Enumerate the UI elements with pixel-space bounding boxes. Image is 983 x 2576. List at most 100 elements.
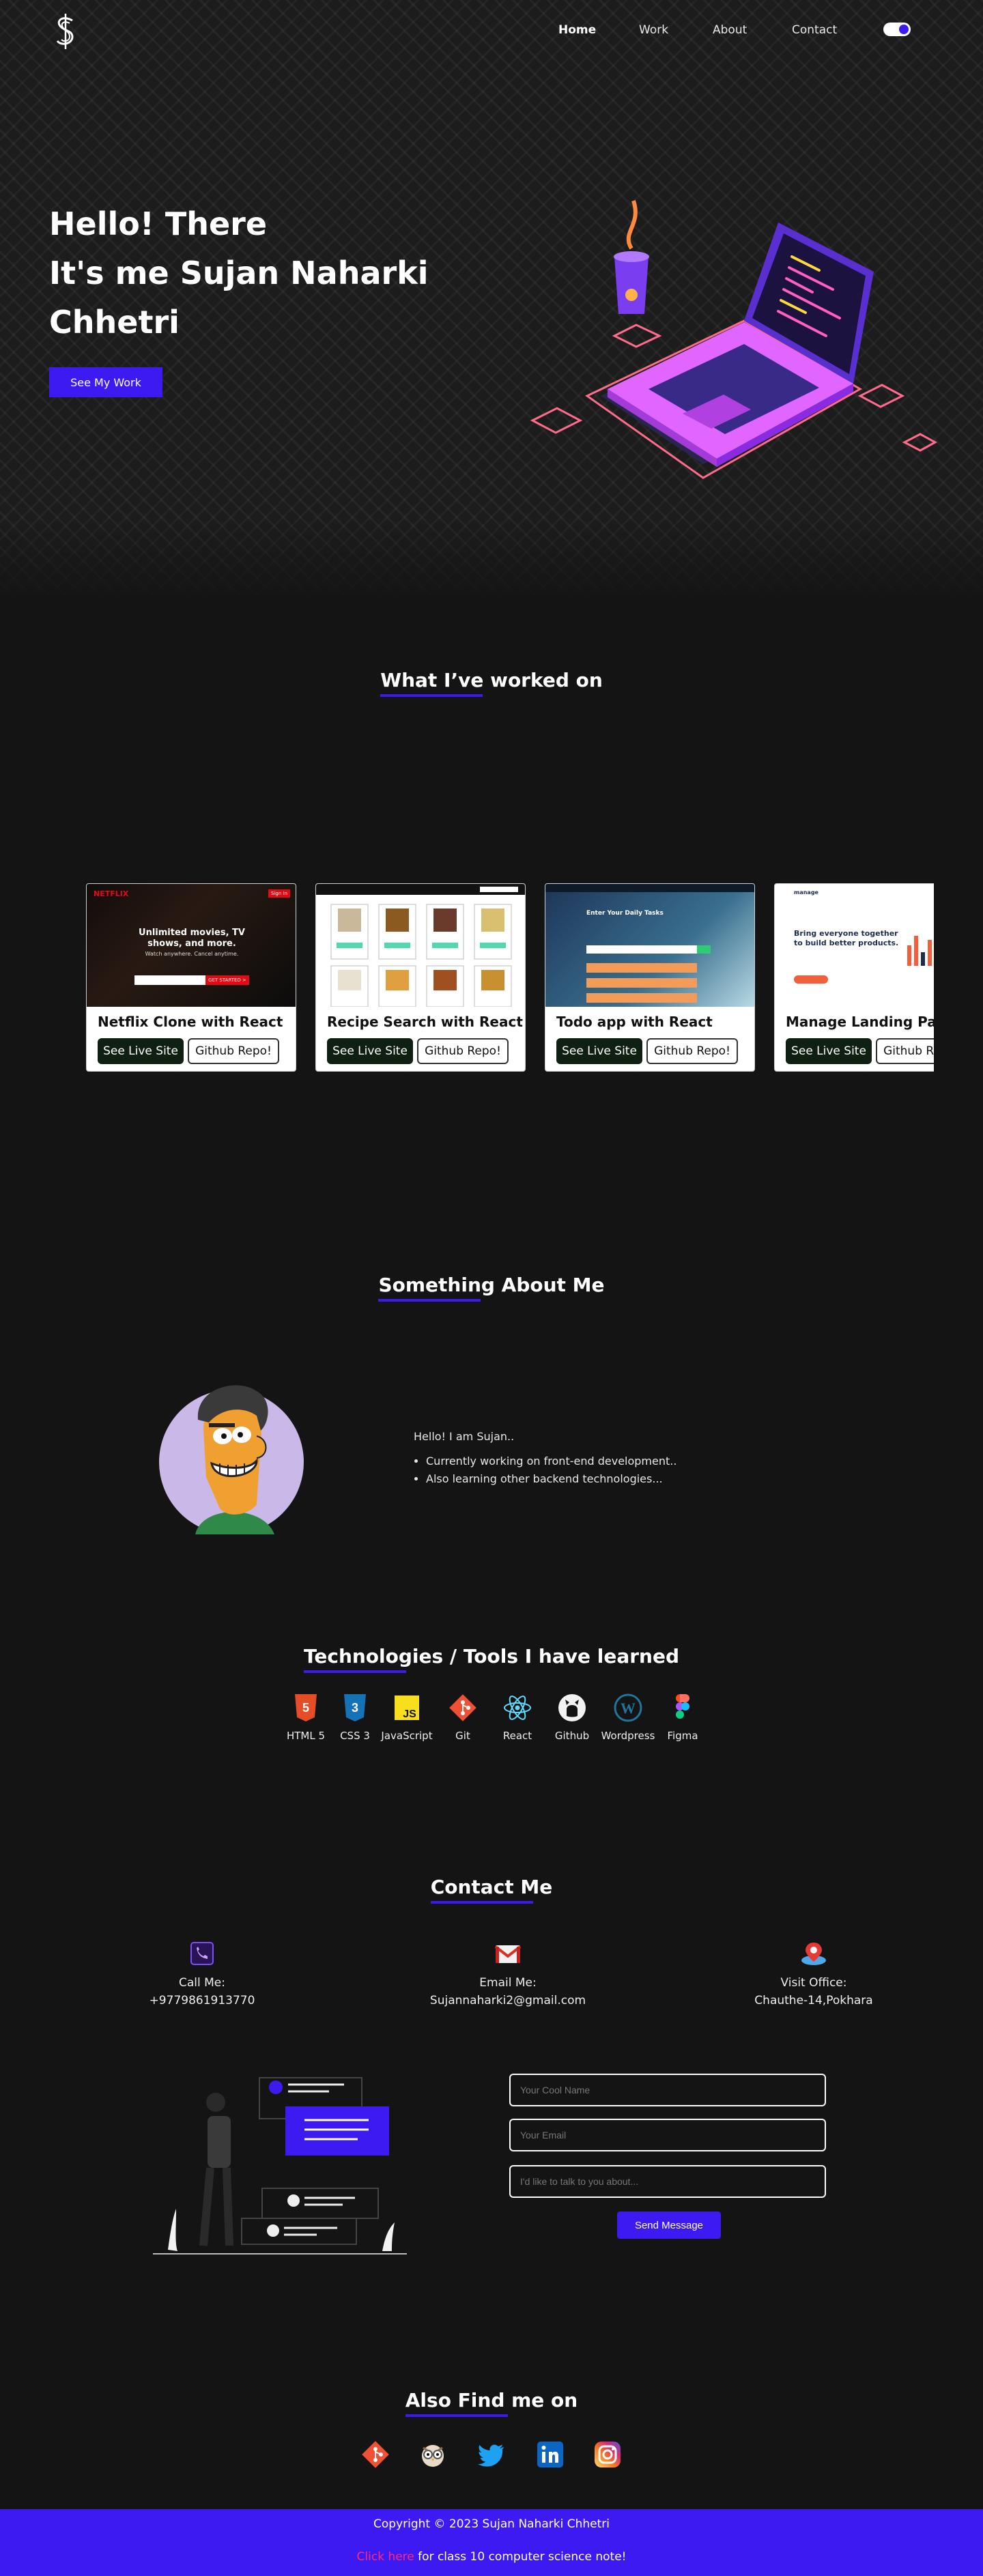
github-repo-button[interactable]: Github Repo! bbox=[188, 1038, 279, 1064]
tech-label: CSS 3 bbox=[340, 1730, 370, 1742]
card-title: Netflix Clone with React bbox=[98, 1014, 283, 1030]
tech-list: 5 HTML 5 3 CSS 3 JS JavaScript Git React… bbox=[279, 1693, 715, 1754]
nav-contact[interactable]: Contact bbox=[792, 23, 837, 37]
github-repo-button[interactable]: Github Repo! bbox=[417, 1038, 509, 1064]
owl-icon[interactable] bbox=[418, 2439, 448, 2470]
git-icon[interactable] bbox=[360, 2439, 390, 2470]
live-site-button[interactable]: See Live Site bbox=[98, 1038, 184, 1064]
wordpress-icon: W bbox=[614, 1693, 642, 1722]
footer-note: Click here for class 10 computer science… bbox=[0, 2550, 983, 2564]
instagram-icon[interactable] bbox=[593, 2439, 623, 2470]
email-input[interactable] bbox=[509, 2119, 826, 2151]
about-list: Currently working on front-end developme… bbox=[414, 1452, 676, 1488]
netflix-signin: Sign In bbox=[268, 889, 290, 898]
tech-item: Github bbox=[545, 1693, 599, 1742]
footer: Copyright © 2023 Sujan Naharki Chhetri C… bbox=[0, 2509, 983, 2576]
class-notes-link[interactable]: Click here bbox=[357, 2550, 414, 2564]
tech-item: W Wordpress bbox=[601, 1693, 655, 1742]
manage-brand: manage bbox=[794, 889, 818, 896]
svg-text:3: 3 bbox=[352, 1701, 358, 1715]
tech-item: 5 HTML 5 bbox=[279, 1693, 333, 1742]
react-icon bbox=[504, 1695, 531, 1720]
manage-headline-2: to build better products. bbox=[794, 939, 899, 947]
about-text: Hello! I am Sujan.. Currently working on… bbox=[414, 1428, 676, 1488]
hero-line-1: Hello! There bbox=[49, 205, 268, 242]
nav-about[interactable]: About bbox=[713, 23, 747, 37]
project-card: Recipe Search with React See Live Site G… bbox=[315, 883, 526, 1072]
card-title: Recipe Search with React bbox=[327, 1014, 523, 1030]
contact-visit: Visit Office: Chauthe-14,Pokhara bbox=[711, 1940, 916, 2009]
netflix-headline-1: Unlimited movies, TV bbox=[139, 928, 245, 938]
git-icon bbox=[449, 1694, 476, 1721]
work-section-title: What I’ve worked on bbox=[380, 669, 603, 697]
tech-item: JS JavaScript bbox=[380, 1693, 434, 1742]
social-links bbox=[360, 2439, 627, 2471]
html5-icon: 5 bbox=[295, 1694, 317, 1721]
hero-section: Home Work About Contact Hello! There It'… bbox=[0, 0, 983, 601]
manage-headline-1: Bring everyone together bbox=[794, 929, 898, 938]
map-pin-icon bbox=[801, 1943, 826, 1965]
live-site-button[interactable]: See Live Site bbox=[786, 1038, 872, 1064]
hero-line-3: Chhetri bbox=[49, 304, 180, 341]
contact-email: Email Me: Sujannaharki2@gmail.com bbox=[405, 1940, 610, 2009]
nav-home[interactable]: Home bbox=[558, 23, 596, 37]
call-value[interactable]: +9779861913770 bbox=[100, 1992, 304, 2009]
tech-item: React bbox=[490, 1693, 545, 1742]
tech-label: HTML 5 bbox=[286, 1730, 326, 1742]
project-card: Enter Your Daily Tasks Todo app with Rea… bbox=[545, 883, 755, 1072]
tech-item: Git bbox=[436, 1693, 490, 1742]
call-label: Call Me: bbox=[179, 1976, 225, 1990]
netflix-sub: Watch anywhere. Cancel anytime. bbox=[145, 951, 239, 957]
contact-illustration bbox=[153, 2077, 407, 2255]
toggle-knob bbox=[899, 25, 909, 34]
about-section-title: Something About Me bbox=[378, 1274, 605, 1302]
send-message-button[interactable]: Send Message bbox=[617, 2212, 721, 2239]
github-repo-button[interactable]: Github Repo! bbox=[876, 1038, 934, 1064]
todo-screenshot: Enter Your Daily Tasks bbox=[545, 884, 754, 1007]
card-title: Manage Landing Page bbox=[786, 1014, 934, 1030]
tech-label: Git bbox=[455, 1730, 470, 1742]
svg-text:JS: JS bbox=[403, 1708, 416, 1720]
linkedin-icon[interactable] bbox=[535, 2439, 565, 2470]
tech-label: Github bbox=[554, 1730, 590, 1742]
svg-text:5: 5 bbox=[302, 1701, 309, 1715]
tech-label: Wordpress bbox=[601, 1730, 655, 1742]
card-title: Todo app with React bbox=[556, 1014, 713, 1030]
live-site-button[interactable]: See Live Site bbox=[556, 1038, 642, 1064]
about-point: Currently working on front-end developme… bbox=[426, 1452, 676, 1470]
email-value[interactable]: Sujannaharki2@gmail.com bbox=[405, 1992, 610, 2009]
message-input[interactable] bbox=[509, 2165, 826, 2198]
figma-icon bbox=[676, 1694, 689, 1719]
recipe-screenshot bbox=[316, 884, 525, 1007]
netflix-headline-2: shows, and more. bbox=[147, 939, 236, 949]
name-input[interactable] bbox=[509, 2074, 826, 2106]
tech-item: 3 CSS 3 bbox=[328, 1693, 382, 1742]
hero-heading: Hello! There It's me Sujan Naharki Chhet… bbox=[49, 199, 472, 347]
tech-section-title: Technologies / Tools I have learned bbox=[303, 1645, 680, 1673]
tech-label: JavaScript bbox=[381, 1730, 433, 1742]
footer-note-text: for class 10 computer science note! bbox=[414, 2550, 627, 2564]
nav-work[interactable]: Work bbox=[639, 23, 668, 37]
social-section-title: Also Find me on bbox=[405, 2389, 578, 2417]
twitter-icon[interactable] bbox=[476, 2439, 507, 2470]
email-label: Email Me: bbox=[479, 1976, 537, 1990]
netflix-cta: GET STARTED > bbox=[205, 975, 249, 985]
contact-section-title: Contact Me bbox=[430, 1876, 553, 1904]
mail-icon bbox=[494, 1945, 522, 1963]
theme-toggle[interactable] bbox=[883, 23, 911, 36]
tech-label: React bbox=[502, 1730, 532, 1742]
about-greeting: Hello! I am Sujan.. bbox=[414, 1430, 515, 1443]
project-card: NETFLIX Sign In Unlimited movies, TV sho… bbox=[86, 883, 296, 1072]
svg-text:W: W bbox=[621, 1700, 636, 1717]
netflix-brand: NETFLIX bbox=[94, 889, 129, 898]
project-cards: NETFLIX Sign In Unlimited movies, TV sho… bbox=[86, 883, 934, 1072]
hero-line-2: It's me Sujan Naharki bbox=[49, 255, 429, 291]
avatar bbox=[159, 1385, 304, 1534]
phone-icon bbox=[190, 1942, 214, 1965]
netflix-screenshot: NETFLIX Sign In Unlimited movies, TV sho… bbox=[87, 884, 296, 1007]
about-point: Also learning other backend technologies… bbox=[426, 1470, 676, 1488]
see-my-work-button[interactable]: See My Work bbox=[49, 367, 162, 397]
live-site-button[interactable]: See Live Site bbox=[327, 1038, 413, 1064]
github-repo-button[interactable]: Github Repo! bbox=[646, 1038, 738, 1064]
javascript-icon: JS bbox=[395, 1695, 419, 1720]
